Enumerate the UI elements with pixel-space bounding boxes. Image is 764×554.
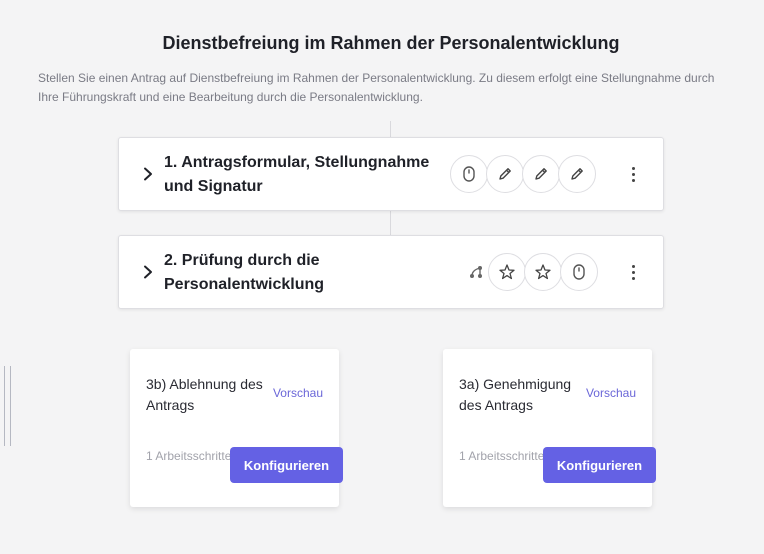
branch-icon (462, 253, 490, 291)
pencil-icon[interactable] (486, 155, 524, 193)
outcome-card-rejection: 3b) Ablehnung des Antrags Vorschau 1 Arb… (130, 349, 343, 507)
chevron-right-icon[interactable] (139, 165, 157, 183)
step-card-2[interactable]: 2. Prüfung durch die Personalentwicklung (118, 235, 664, 309)
workflow-page: Dienstbefreiung im Rahmen der Personalen… (0, 0, 764, 554)
more-options-icon[interactable] (625, 261, 641, 283)
configure-button[interactable]: Konfigurieren (230, 447, 343, 483)
pencil-icon[interactable] (522, 155, 560, 193)
preview-link[interactable]: Vorschau (586, 386, 636, 400)
step-task-icons (450, 155, 596, 193)
step-title: 2. Prüfung durch die Personalentwicklung (164, 252, 325, 293)
star-icon[interactable] (524, 253, 562, 291)
more-options-icon[interactable] (625, 163, 641, 185)
star-icon[interactable] (488, 253, 526, 291)
pencil-icon[interactable] (558, 155, 596, 193)
page-title: Dienstbefreiung im Rahmen der Personalen… (162, 33, 620, 53)
side-divider (4, 366, 11, 446)
steps-count: 1 Arbeitsschritte (146, 449, 232, 463)
outcome-title: 3b) Ablehnung des Antrags (146, 376, 263, 413)
mouse-icon[interactable] (450, 155, 488, 193)
connector-line (390, 211, 391, 235)
outcome-card-approval: 3a) Genehmigung des Antrags Vorschau 1 A… (443, 349, 656, 507)
page-description: Stellen Sie einen Antrag auf Dienstbefre… (38, 71, 715, 104)
connector-line (390, 121, 391, 137)
step-card-1[interactable]: 1. Antragsformular, Stellungnahme und Si… (118, 137, 664, 211)
step-title: 1. Antragsformular, Stellungnahme und Si… (164, 154, 430, 195)
chevron-right-icon[interactable] (139, 263, 157, 281)
outcome-title: 3a) Genehmigung des Antrags (459, 376, 572, 413)
steps-count: 1 Arbeitsschritte (459, 449, 545, 463)
configure-button[interactable]: Konfigurieren (543, 447, 656, 483)
preview-link[interactable]: Vorschau (273, 386, 323, 400)
mouse-icon[interactable] (560, 253, 598, 291)
step-task-icons (462, 253, 598, 291)
